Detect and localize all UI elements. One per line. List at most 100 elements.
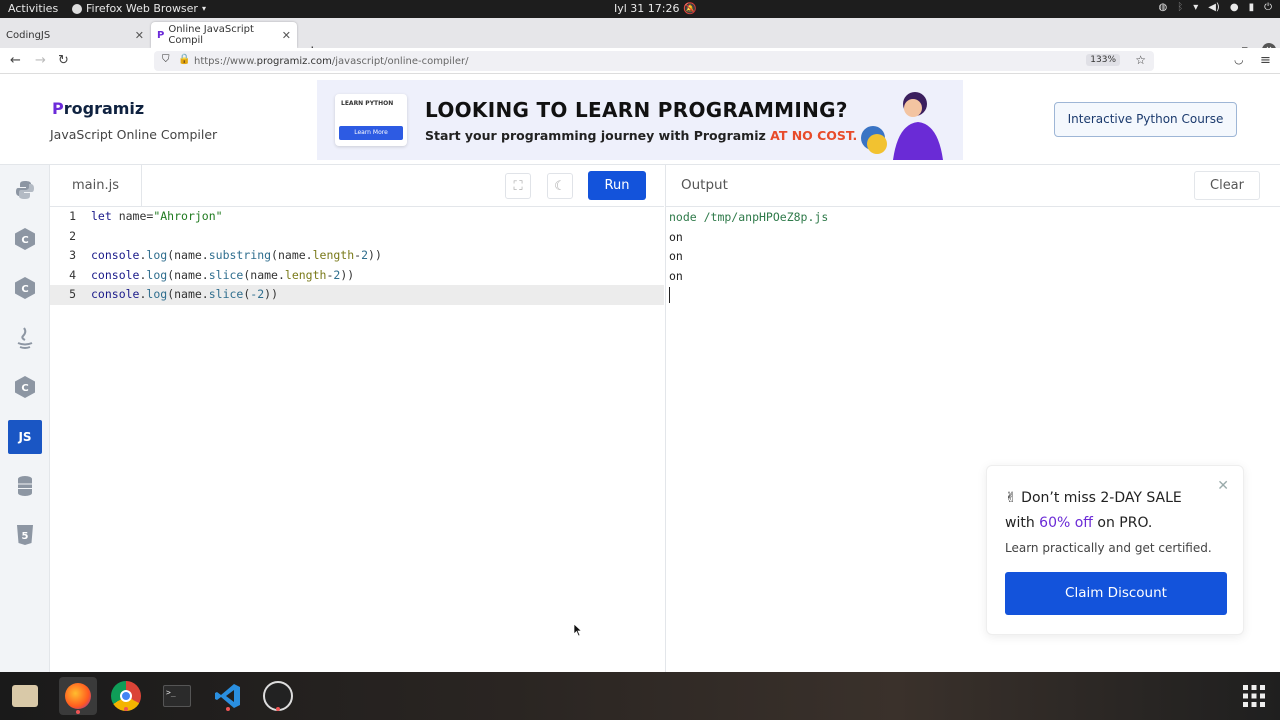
line-code: console.log(name.substring(name.length-2… bbox=[91, 248, 382, 262]
java-icon[interactable] bbox=[8, 321, 42, 355]
banner-card: LEARN PYTHON Learn More bbox=[335, 94, 407, 146]
chrome-app-icon[interactable] bbox=[110, 680, 142, 712]
close-tab-icon[interactable]: ✕ bbox=[282, 29, 291, 42]
logo-letter: P bbox=[52, 99, 64, 118]
forward-arrow-icon[interactable]: → bbox=[35, 53, 46, 68]
taskbar-dock: >_ bbox=[0, 672, 1280, 720]
popup-line-2: with 60% off on PRO. bbox=[1005, 515, 1152, 531]
programiz-page: Programiz JavaScript Online Compiler LEA… bbox=[0, 75, 1280, 672]
output-line: on bbox=[669, 268, 683, 283]
c-lang-icon[interactable]: C bbox=[8, 222, 42, 256]
output-line: on bbox=[669, 249, 683, 263]
code-line: 3 console.log(name.substring(name.length… bbox=[50, 246, 664, 266]
clock[interactable]: Iyl 31 17:26 🔕 bbox=[614, 2, 697, 15]
address-bar[interactable]: ⛉ 🔒 https://www.programiz.com/javascript… bbox=[154, 51, 1154, 71]
database-icon[interactable] bbox=[8, 469, 42, 503]
running-indicator bbox=[124, 707, 128, 711]
vscode-app-icon[interactable] bbox=[212, 680, 244, 712]
url-domain: programiz.com bbox=[256, 55, 332, 67]
javascript-lang-icon[interactable]: JS bbox=[8, 420, 42, 454]
sale-popup: ✕ ✌ Don’t miss 2-DAY SALE with 60% off o… bbox=[986, 465, 1244, 635]
banner-subline: Start your programming journey with Prog… bbox=[425, 128, 857, 143]
tab-online-js-compiler[interactable]: P Online JavaScript Compil ✕ bbox=[151, 22, 297, 48]
code-line: 1 let name="Ahrorjon" bbox=[50, 207, 664, 227]
line-number: 3 bbox=[69, 248, 76, 262]
back-arrow-icon[interactable]: ← bbox=[10, 53, 21, 68]
browser-nav-bar: ← → ↻ ⛉ 🔒 https://www.programiz.com/java… bbox=[0, 48, 1280, 74]
programiz-favicon-icon: P bbox=[157, 29, 165, 41]
dark-mode-moon-icon[interactable]: ☾ bbox=[547, 173, 573, 199]
url-path: /javascript/online-compiler/ bbox=[331, 55, 469, 67]
url-prefix: https://www. bbox=[194, 55, 257, 67]
output-toolbar: Output Clear bbox=[665, 165, 1280, 207]
line-code: console.log(name.slice(name.length-2)) bbox=[91, 267, 355, 282]
line-code: console.log(name.slice(-2)) bbox=[91, 287, 279, 301]
site-header: Programiz JavaScript Online Compiler LEA… bbox=[0, 75, 1280, 165]
editor-toolbar: main.js ⛶ ☾ Run bbox=[50, 165, 664, 207]
wifi-icon: ▾ bbox=[1193, 2, 1199, 13]
shield-icon: ⛉ bbox=[162, 54, 170, 65]
claim-discount-button[interactable]: Claim Discount bbox=[1005, 572, 1227, 615]
interactive-python-course-button[interactable]: Interactive Python Course bbox=[1054, 102, 1237, 137]
tab-label: Online JavaScript Compil bbox=[168, 24, 254, 46]
zoom-level[interactable]: 133% bbox=[1086, 54, 1120, 66]
svg-text:C: C bbox=[21, 235, 28, 246]
file-tab-main-js[interactable]: main.js bbox=[50, 165, 142, 207]
terminal-app-icon[interactable]: >_ bbox=[161, 680, 193, 712]
clock-label: Iyl 31 17:26 bbox=[614, 2, 680, 15]
system-top-bar: Activities Firefox Web Browser ▾ Iyl 31 … bbox=[0, 0, 1280, 18]
clear-button[interactable]: Clear bbox=[1194, 171, 1260, 200]
code-line: 4 console.log(name.slice(name.length-2)) bbox=[50, 266, 664, 286]
close-tab-icon[interactable]: ✕ bbox=[135, 29, 144, 42]
programiz-logo[interactable]: Programiz bbox=[52, 99, 144, 118]
obs-app-icon[interactable] bbox=[262, 680, 294, 712]
battery-icon: ▮ bbox=[1248, 2, 1255, 13]
activities-button[interactable]: Activities bbox=[8, 2, 58, 15]
menu-icon[interactable]: ≡ bbox=[1260, 53, 1271, 68]
fullscreen-icon[interactable]: ⛶ bbox=[505, 173, 531, 199]
app-menu[interactable]: Firefox Web Browser ▾ bbox=[72, 2, 206, 15]
banner-learn-more-button[interactable]: Learn More bbox=[339, 126, 403, 140]
code-editor[interactable]: 1 let name="Ahrorjon" 2 3 console.log(na… bbox=[50, 207, 664, 672]
ad-banner[interactable]: LEARN PYTHON Learn More LOOKING TO LEARN… bbox=[317, 80, 963, 160]
banner-illustration bbox=[861, 92, 943, 160]
banner-card-tag: LEARN PYTHON bbox=[341, 100, 394, 107]
text-caret bbox=[669, 287, 670, 303]
volume-icon: ◀) bbox=[1208, 2, 1220, 13]
svg-text:C: C bbox=[21, 284, 28, 295]
line-number: 1 bbox=[69, 209, 76, 223]
pocket-icon[interactable]: ◡ bbox=[1234, 53, 1244, 66]
files-app-icon[interactable] bbox=[9, 680, 41, 712]
code-line-active: 5 console.log(name.slice(-2)) bbox=[50, 285, 664, 305]
lock-icon: 🔒 bbox=[178, 54, 191, 65]
system-tray[interactable]: ◍ ᛒ ▾ ◀) ● ▮ ⏻ bbox=[1158, 2, 1272, 13]
app-menu-label: Firefox Web Browser bbox=[86, 2, 198, 15]
running-indicator bbox=[276, 707, 280, 711]
tab-codingjs[interactable]: CodingJS ✕ bbox=[0, 22, 150, 48]
output-line: on bbox=[669, 229, 683, 244]
tab-label: CodingJS bbox=[6, 29, 51, 41]
svg-text:C: C bbox=[21, 383, 28, 394]
popup-line-1: ✌ Don’t miss 2-DAY SALE bbox=[1005, 490, 1182, 506]
cpp-lang-icon[interactable]: C bbox=[8, 271, 42, 305]
banner-headline: LOOKING TO LEARN PROGRAMMING? bbox=[425, 98, 848, 122]
csharp-lang-icon[interactable]: C bbox=[8, 370, 42, 404]
url-text: https://www.programiz.com/javascript/onl… bbox=[194, 56, 468, 67]
svg-text:5: 5 bbox=[22, 531, 29, 542]
run-button[interactable]: Run bbox=[588, 171, 646, 200]
browser-tab-bar: CodingJS ✕ P Online JavaScript Compil ✕ … bbox=[0, 18, 1280, 60]
page-subtitle: JavaScript Online Compiler bbox=[50, 127, 218, 142]
python-icon[interactable] bbox=[8, 173, 42, 207]
html5-icon[interactable]: 5 bbox=[8, 518, 42, 552]
close-popup-icon[interactable]: ✕ bbox=[1217, 478, 1229, 494]
popup-line-2-end: on PRO. bbox=[1092, 515, 1153, 531]
output-title: Output bbox=[681, 177, 728, 193]
show-apps-grid-icon[interactable] bbox=[1238, 680, 1270, 712]
line-code: let name="Ahrorjon" bbox=[91, 209, 223, 223]
reload-icon[interactable]: ↻ bbox=[58, 53, 69, 68]
running-indicator bbox=[76, 710, 80, 714]
line-number: 4 bbox=[69, 267, 76, 282]
chevron-down-icon: ▾ bbox=[201, 4, 206, 13]
bookmark-star-icon[interactable]: ☆ bbox=[1135, 53, 1146, 67]
firefox-app-icon[interactable] bbox=[59, 677, 97, 715]
